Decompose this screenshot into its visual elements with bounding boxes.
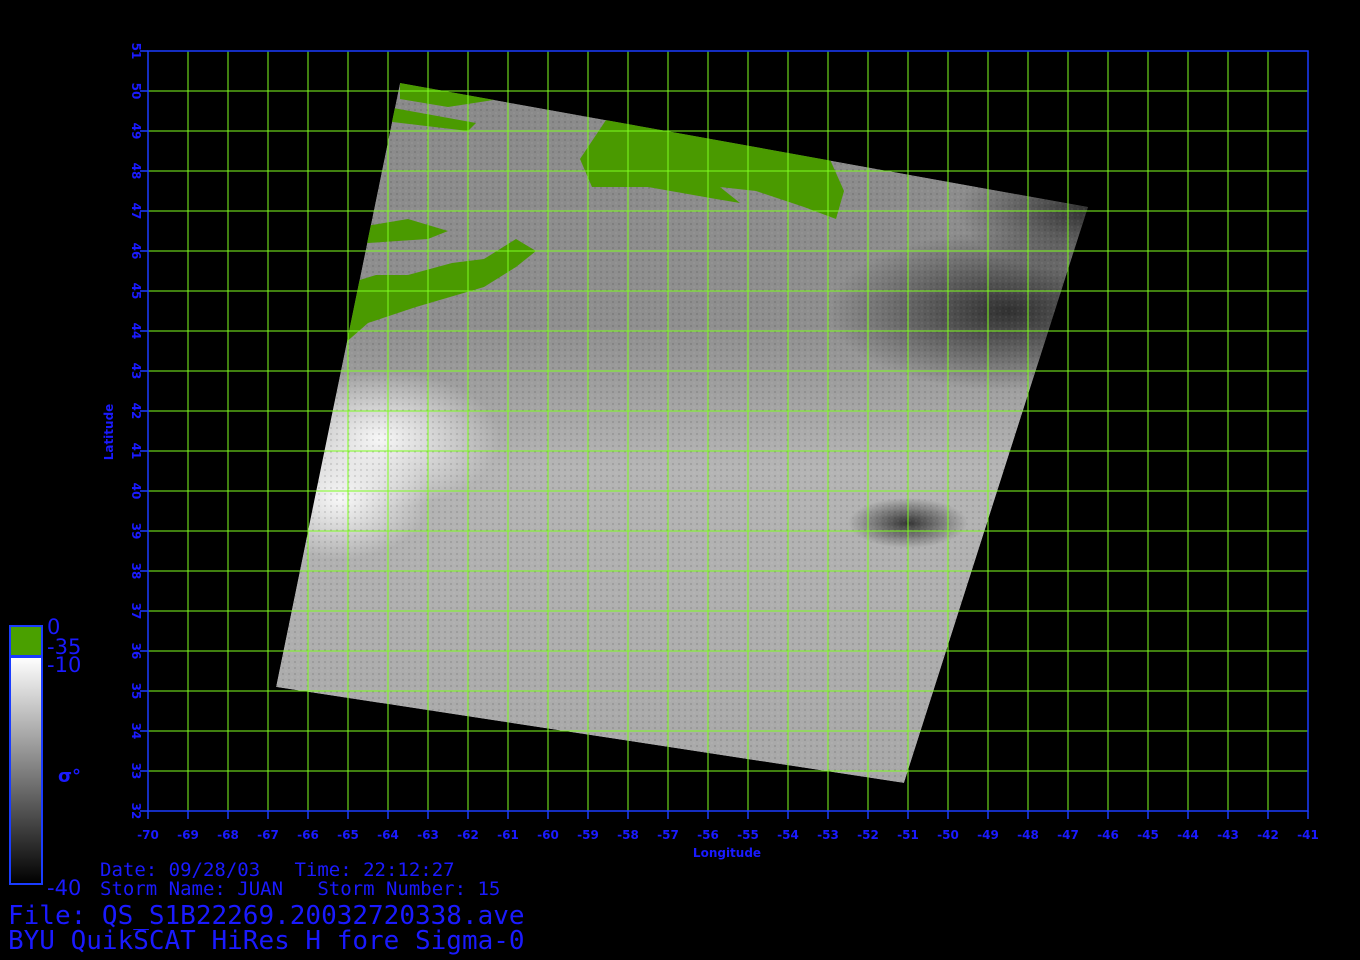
y-tick-label: 44	[129, 323, 143, 340]
colorbar-symbol: σ°	[58, 766, 81, 787]
x-tick-label: -70	[137, 828, 159, 842]
y-axis-title: Latitude	[102, 404, 116, 461]
x-tick-label: -48	[1017, 828, 1039, 842]
x-tick-label: -54	[777, 828, 799, 842]
x-tick-label: -60	[537, 828, 559, 842]
x-tick-label: -50	[937, 828, 959, 842]
y-tick-label: 40	[129, 483, 143, 500]
map-canvas: -70 -69 -68 -67 -66 -65 -64 -63 -62 -61 -60 -59 -58 -…	[9, 43, 1319, 900]
x-tick-label: -45	[1137, 828, 1159, 842]
colorbar-sigma-top-label: -10	[47, 653, 81, 677]
y-tick-label: 35	[129, 683, 143, 700]
colorbar-sigma-bottom-label: -40	[47, 876, 81, 900]
x-tick-label: -66	[297, 828, 319, 842]
x-tick-label: -49	[977, 828, 999, 842]
colorbar: 0 -35 -10 -40 σ°	[9, 615, 81, 900]
y-tick-label: 46	[129, 243, 143, 260]
colorbar-land-segment	[9, 625, 43, 657]
x-tick-label: -64	[377, 828, 399, 842]
storm-line: Storm Name: JUAN Storm Number: 15	[100, 878, 501, 900]
x-tick-label: -42	[1257, 828, 1279, 842]
y-tick-label: 42	[129, 403, 143, 420]
y-tick-label: 33	[129, 763, 143, 780]
y-tick-label: 39	[129, 523, 143, 540]
y-tick-label: 32	[129, 803, 143, 820]
x-tick-label: -65	[337, 828, 359, 842]
y-tick-label: 36	[129, 643, 143, 660]
x-tick-label: -63	[417, 828, 439, 842]
x-tick-label: -61	[497, 828, 519, 842]
y-tick-label: 48	[129, 163, 143, 180]
x-tick-label: -46	[1097, 828, 1119, 842]
y-tick-label: 45	[129, 283, 143, 300]
x-tick-label: -43	[1217, 828, 1239, 842]
y-tick-label: 43	[129, 363, 143, 380]
x-tick-label: -57	[657, 828, 679, 842]
y-tick-label: 41	[129, 443, 143, 460]
x-axis-title: Longitude	[693, 846, 761, 860]
colorbar-sigma-gradient	[9, 656, 43, 885]
x-tick-label: -69	[177, 828, 199, 842]
y-tick-label: 47	[129, 203, 143, 220]
y-tick-label: 34	[129, 723, 143, 740]
x-tick-label: -51	[897, 828, 919, 842]
x-tick-label: -52	[857, 828, 879, 842]
y-tick-label: 51	[129, 43, 143, 60]
x-tick-label: -47	[1057, 828, 1079, 842]
x-tick-label: -55	[737, 828, 759, 842]
x-tick-label: -68	[217, 828, 239, 842]
product-title: BYU QuikSCAT HiRes H fore Sigma-0	[8, 926, 525, 956]
x-tick-label: -58	[617, 828, 639, 842]
x-tick-label: -67	[257, 828, 279, 842]
y-tick-label: 38	[129, 563, 143, 580]
sigma0-swath	[276, 83, 1088, 783]
x-tick-label: -53	[817, 828, 839, 842]
x-tick-label: -56	[697, 828, 719, 842]
x-tick-label: -44	[1177, 828, 1199, 842]
x-tick-label: -59	[577, 828, 599, 842]
y-tick-label: 37	[129, 603, 143, 620]
y-tick-label: 49	[129, 123, 143, 140]
x-tick-label: -41	[1297, 828, 1319, 842]
y-tick-label: 50	[129, 83, 143, 100]
x-tick-label: -62	[457, 828, 479, 842]
